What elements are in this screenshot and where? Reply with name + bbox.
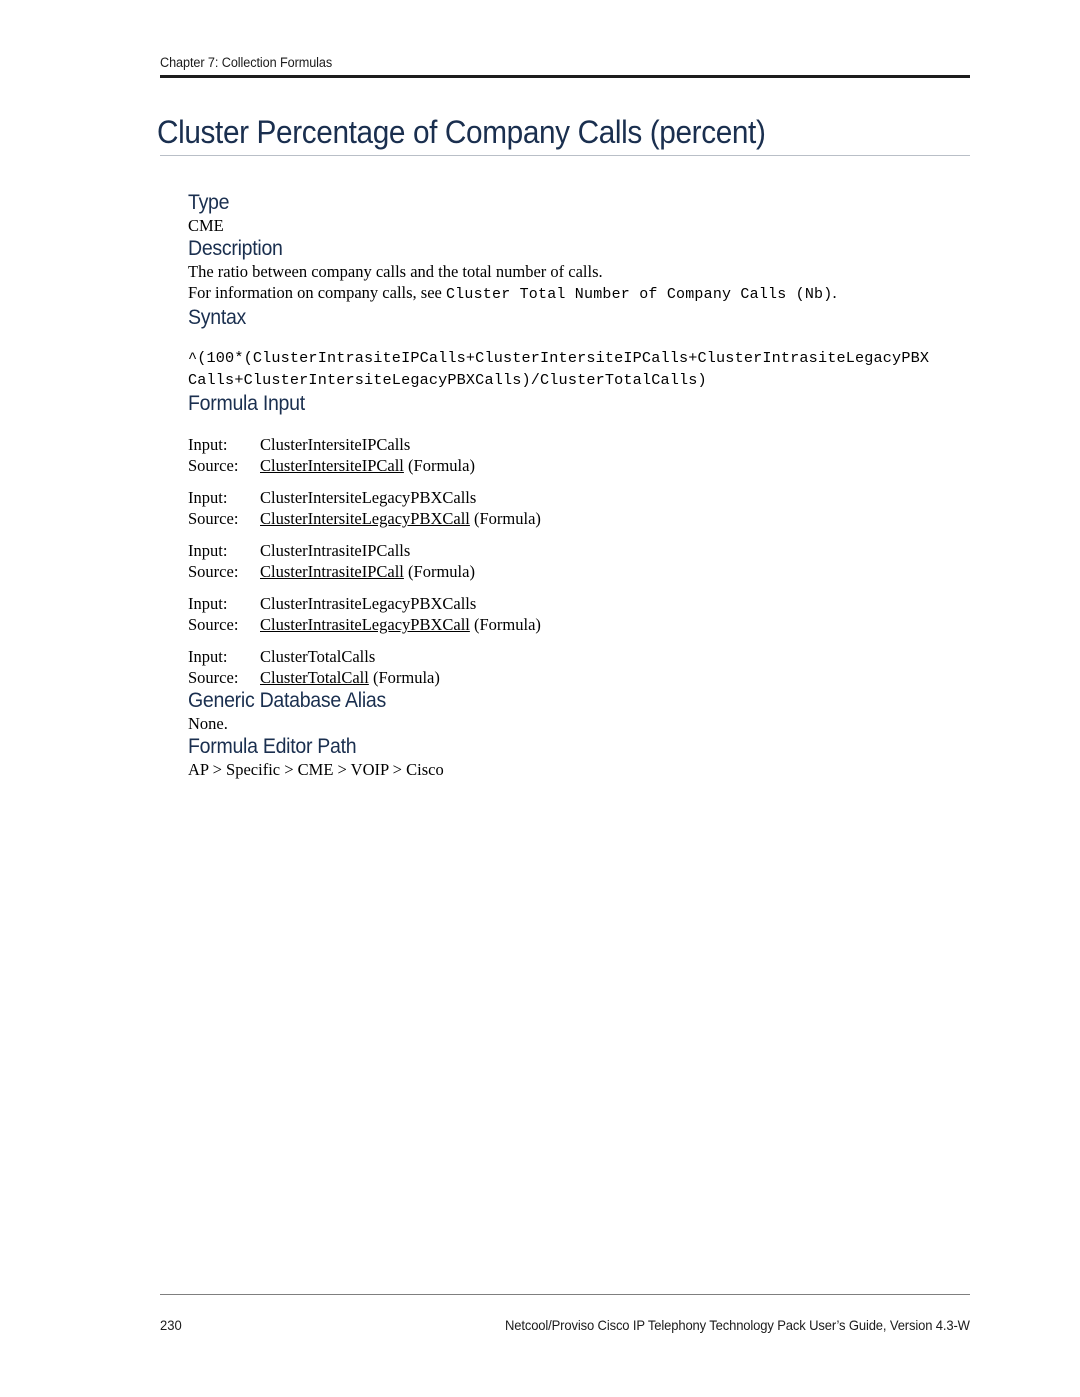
generic-database-alias-value: None. (188, 714, 228, 733)
row-spacer (188, 582, 541, 593)
table-row: Input: ClusterTotalCalls (188, 646, 541, 667)
table-row: Source: ClusterTotalCall (Formula) (188, 667, 541, 688)
formula-editor-path-value: AP > Specific > CME > VOIP > Cisco (188, 760, 444, 779)
input-label: Input: (188, 435, 228, 454)
row-spacer (188, 476, 541, 487)
table-row: Source: ClusterIntersiteLegacyPBXCall (F… (188, 508, 541, 529)
section-heading-formula-input: Formula Input (188, 392, 305, 415)
source-suffix: (Formula) (469, 509, 541, 528)
source-label: Source: (188, 456, 239, 475)
description-paragraph-2: For information on company calls, see Cl… (188, 282, 978, 305)
source-link[interactable]: ClusterTotalCall (260, 668, 369, 687)
table-row: Input: ClusterIntersiteIPCalls (188, 434, 541, 455)
description-prefix-text: For information on company calls, see (188, 283, 446, 302)
header-rule (160, 75, 970, 78)
row-spacer (188, 529, 541, 540)
footer-rule (160, 1294, 970, 1295)
footer-document-title: Netcool/Proviso Cisco IP Telephony Techn… (505, 1317, 970, 1333)
source-suffix: (Formula) (368, 668, 440, 687)
table-row: Input: ClusterIntersiteLegacyPBXCalls (188, 487, 541, 508)
source-link[interactable]: ClusterIntrasiteIPCall (260, 562, 404, 581)
formula-input-table: Input: ClusterIntersiteIPCalls Source: C… (188, 434, 541, 688)
description-suffix-text: . (832, 283, 837, 302)
input-value: ClusterIntersiteIPCalls (260, 435, 411, 454)
table-row: Source: ClusterIntrasiteLegacyPBXCall (F… (188, 614, 541, 635)
section-heading-description: Description (188, 237, 283, 260)
source-link[interactable]: ClusterIntrasiteLegacyPBXCall (260, 615, 470, 634)
input-label: Input: (188, 647, 228, 666)
table-row: Source: ClusterIntersiteIPCall (Formula) (188, 455, 541, 476)
source-value: ClusterIntersiteLegacyPBXCall (Formula) (260, 508, 541, 529)
source-value: ClusterTotalCall (Formula) (260, 667, 541, 688)
description-paragraph-1: The ratio between company calls and the … (188, 262, 603, 281)
syntax-code-block: ^(100*(ClusterIntrasiteIPCalls+ClusterIn… (188, 347, 978, 391)
chapter-label: Chapter 7: Collection Formulas (160, 55, 333, 70)
source-link[interactable]: ClusterIntersiteIPCall (260, 456, 404, 475)
input-label: Input: (188, 594, 228, 613)
source-link[interactable]: ClusterIntersiteLegacyPBXCall (260, 509, 470, 528)
input-value: ClusterIntrasiteLegacyPBXCalls (260, 594, 477, 613)
row-spacer (188, 635, 541, 646)
table-row: Input: ClusterIntrasiteIPCalls (188, 540, 541, 561)
section-heading-type: Type (188, 191, 230, 214)
source-value: ClusterIntrasiteLegacyPBXCall (Formula) (260, 614, 541, 635)
section-heading-syntax: Syntax (188, 306, 247, 329)
description-code-reference: Cluster Total Number of Company Calls (N… (445, 286, 833, 303)
source-value: ClusterIntrasiteIPCall (Formula) (260, 561, 541, 582)
footer-page-number: 230 (160, 1317, 182, 1333)
input-value: ClusterIntersiteLegacyPBXCalls (260, 488, 477, 507)
source-suffix: (Formula) (403, 456, 475, 475)
page-content: Type CME Description The ratio between c… (188, 190, 978, 780)
page-title: Cluster Percentage of Company Calls (per… (157, 114, 766, 150)
input-label: Input: (188, 541, 228, 560)
running-header: Chapter 7: Collection Formulas (160, 55, 970, 71)
title-rule (160, 155, 970, 156)
table-row: Input: ClusterIntrasiteLegacyPBXCalls (188, 593, 541, 614)
source-value: ClusterIntersiteIPCall (Formula) (260, 455, 541, 476)
section-heading-generic-database-alias: Generic Database Alias (188, 689, 386, 712)
source-suffix: (Formula) (403, 562, 475, 581)
input-value: ClusterIntrasiteIPCalls (260, 541, 411, 560)
input-value: ClusterTotalCalls (260, 647, 376, 666)
source-label: Source: (188, 562, 239, 581)
section-heading-formula-editor-path: Formula Editor Path (188, 735, 357, 758)
type-value: CME (188, 216, 224, 235)
table-row: Source: ClusterIntrasiteIPCall (Formula) (188, 561, 541, 582)
source-label: Source: (188, 615, 239, 634)
syntax-line-2: Calls+ClusterIntersiteLegacyPBXCalls)/Cl… (188, 371, 707, 389)
source-label: Source: (188, 668, 239, 687)
input-label: Input: (188, 488, 228, 507)
document-page: Chapter 7: Collection Formulas Cluster P… (0, 0, 1080, 1397)
source-suffix: (Formula) (469, 615, 541, 634)
source-label: Source: (188, 509, 239, 528)
syntax-line-1: ^(100*(ClusterIntrasiteIPCalls+ClusterIn… (188, 349, 930, 367)
